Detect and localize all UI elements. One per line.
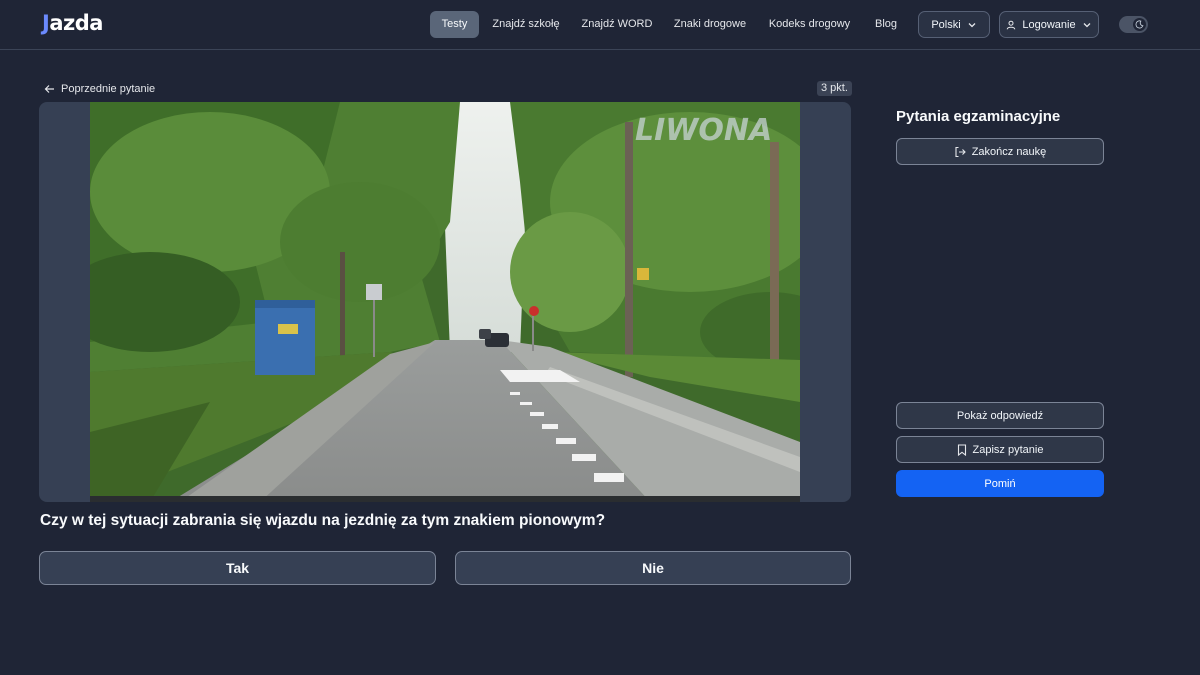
points-badge: 3 pkt. xyxy=(817,81,852,96)
answer-yes-button[interactable]: Tak xyxy=(39,551,436,585)
nav-road-code[interactable]: Kodeks drogowy xyxy=(766,11,853,38)
language-select[interactable]: Polski xyxy=(918,11,990,38)
nav-blog[interactable]: Blog xyxy=(870,11,902,38)
question-media: LIWONA xyxy=(39,102,851,502)
login-button[interactable]: Logowanie xyxy=(999,11,1099,38)
jazda-logo[interactable]: Jazda xyxy=(42,11,103,35)
bookmark-icon xyxy=(957,443,966,456)
chevron-down-icon xyxy=(1083,22,1091,27)
moon-icon xyxy=(1135,20,1144,29)
nav-road-signs[interactable]: Znaki drogowe xyxy=(670,11,750,38)
language-label: Polski xyxy=(931,18,961,31)
previous-question-link[interactable]: Poprzednie pytanie xyxy=(44,81,155,97)
previous-question-label: Poprzednie pytanie xyxy=(61,83,156,95)
user-icon xyxy=(1007,20,1016,29)
question-text: Czy w tej sytuacji zabrania się wjazdu n… xyxy=(40,512,606,529)
show-answer-button[interactable]: Pokaż odpowiedź xyxy=(896,402,1104,429)
sidebar-title: Pytania egzaminacyjne xyxy=(896,108,1061,125)
top-header: Jazda Testy Znajdź szkołę Znajdź WORD Zn… xyxy=(0,0,1200,50)
image-watermark: LIWONA xyxy=(635,113,772,148)
skip-button[interactable]: Pomiń xyxy=(896,470,1104,497)
nav-tests[interactable]: Testy xyxy=(430,11,479,38)
chevron-down-icon xyxy=(968,22,976,27)
theme-toggle[interactable] xyxy=(1119,16,1148,33)
end-learning-label: Zakończ naukę xyxy=(971,145,1047,158)
login-label: Logowanie xyxy=(1022,18,1076,31)
nav-find-word[interactable]: Znajdź WORD xyxy=(578,11,656,38)
arrow-left-icon xyxy=(44,85,54,93)
end-learning-button[interactable]: Zakończ naukę xyxy=(896,138,1104,165)
nav-find-school[interactable]: Znajdź szkołę xyxy=(488,11,564,38)
exit-icon xyxy=(955,146,966,157)
skip-label: Pomiń xyxy=(984,477,1016,490)
save-question-button[interactable]: Zapisz pytanie xyxy=(896,436,1104,463)
save-question-label: Zapisz pytanie xyxy=(972,443,1044,456)
answer-no-button[interactable]: Nie xyxy=(455,551,851,585)
question-image: LIWONA xyxy=(90,102,800,502)
show-answer-label: Pokaż odpowiedź xyxy=(956,409,1044,422)
